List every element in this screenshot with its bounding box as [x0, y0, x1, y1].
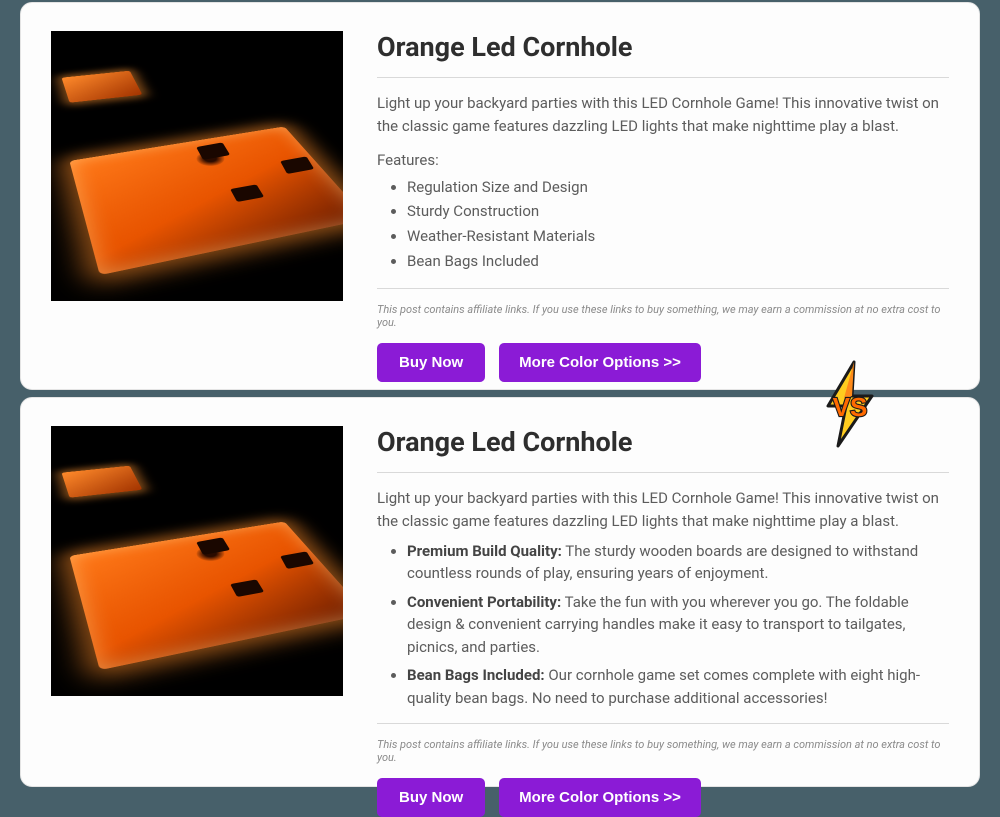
- divider: [377, 77, 949, 78]
- list-item: Convenient Portability: Take the fun wit…: [407, 591, 949, 659]
- features-list: Regulation Size and Design Sturdy Constr…: [377, 175, 949, 274]
- product-description: Light up your backyard parties with this…: [377, 92, 949, 139]
- product-title: Orange Led Cornhole: [377, 31, 949, 63]
- feature-bold: Premium Build Quality:: [407, 542, 562, 560]
- features-list: Premium Build Quality: The sturdy wooden…: [377, 540, 949, 710]
- product-image: [51, 31, 343, 301]
- button-row: Buy Now More Color Options >>: [377, 778, 949, 817]
- product-card-bottom: Orange Led Cornhole Light up your backya…: [20, 397, 980, 787]
- buy-now-button[interactable]: Buy Now: [377, 343, 485, 382]
- more-options-button[interactable]: More Color Options >>: [499, 778, 701, 817]
- feature-bold: Bean Bags Included:: [407, 666, 545, 684]
- buy-now-button[interactable]: Buy Now: [377, 778, 485, 817]
- product-description: Light up your backyard parties with this…: [377, 487, 949, 534]
- list-item: Bean Bags Included: [407, 249, 949, 274]
- features-label: Features:: [377, 151, 949, 169]
- vs-badge-icon: VS: [810, 360, 890, 448]
- divider: [377, 288, 949, 289]
- list-item: Weather-Resistant Materials: [407, 224, 949, 249]
- list-item: Premium Build Quality: The sturdy wooden…: [407, 540, 949, 585]
- product-content: Orange Led Cornhole Light up your backya…: [377, 31, 949, 363]
- feature-bold: Convenient Portability:: [407, 593, 561, 611]
- product-image: [51, 426, 343, 696]
- svg-text:VS: VS: [833, 392, 868, 422]
- list-item: Bean Bags Included: Our cornhole game se…: [407, 664, 949, 709]
- product-content: Orange Led Cornhole Light up your backya…: [377, 426, 949, 760]
- divider: [377, 472, 949, 473]
- list-item: Sturdy Construction: [407, 199, 949, 224]
- more-options-button[interactable]: More Color Options >>: [499, 343, 701, 382]
- list-item: Regulation Size and Design: [407, 175, 949, 200]
- affiliate-disclaimer: This post contains affiliate links. If y…: [377, 303, 949, 329]
- divider: [377, 723, 949, 724]
- affiliate-disclaimer: This post contains affiliate links. If y…: [377, 738, 949, 764]
- product-card-top: Orange Led Cornhole Light up your backya…: [20, 2, 980, 390]
